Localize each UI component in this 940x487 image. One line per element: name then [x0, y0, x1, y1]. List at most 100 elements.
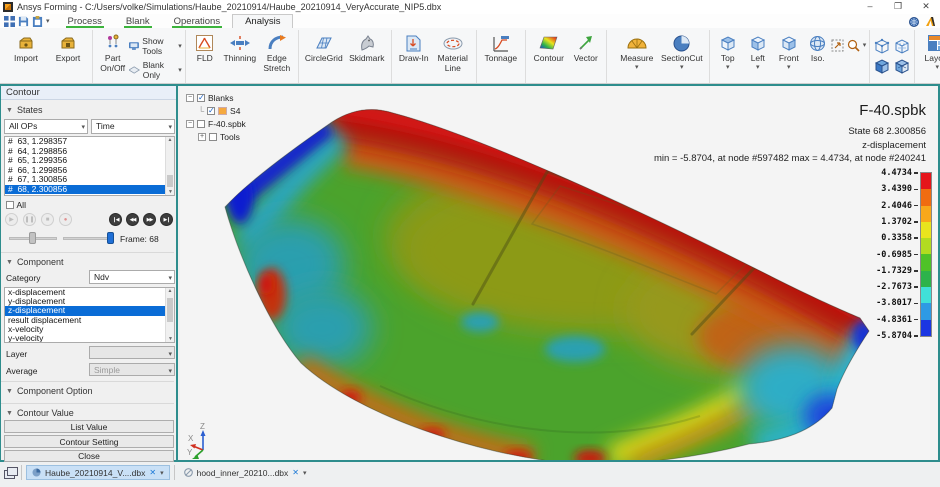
sectioncut-button[interactable]: SectionCut ▾ [658, 31, 706, 71]
collapse-expander-icon[interactable]: − [186, 120, 194, 128]
thinning-button[interactable]: Thinning [221, 31, 259, 64]
shading-wireframe-icon[interactable] [873, 37, 891, 55]
shading-shaded-edges-icon[interactable] [893, 57, 911, 75]
component-item[interactable]: y-velocity [5, 334, 174, 343]
record-button[interactable]: ● [59, 213, 72, 226]
save-icon[interactable] [18, 16, 29, 27]
paste-icon[interactable] [32, 16, 43, 27]
hood-model[interactable] [180, 86, 938, 460]
export-button[interactable]: Export [47, 31, 89, 64]
chevron-down-icon[interactable]: ▾ [46, 18, 50, 25]
panel-title: Contour [1, 86, 176, 100]
tab-blank[interactable]: Blank [114, 15, 162, 28]
category-dropdown[interactable]: Ndv ▾ [89, 270, 175, 284]
close-panel-button[interactable]: Close [4, 450, 174, 462]
component-info: z-displacement [862, 140, 926, 151]
first-frame-button[interactable]: ❙◀ [109, 213, 122, 226]
part-onoff-button[interactable]: Part On/Off [96, 31, 129, 74]
prev-frame-button[interactable]: ◀◀ [126, 213, 139, 226]
contour-value-section-header[interactable]: ▼ Contour Value [1, 407, 176, 419]
close-tab-icon[interactable]: ✕ [149, 468, 156, 477]
chevron-down-icon: ▾ [756, 64, 760, 71]
view-iso-button[interactable]: Iso. [805, 31, 831, 64]
states-section-header[interactable]: ▼ States [1, 104, 176, 116]
chevron-down-icon[interactable]: ▾ [303, 469, 307, 477]
drawin-button[interactable]: Draw-In [395, 31, 433, 64]
tonnage-button[interactable]: Tonnage [480, 31, 522, 64]
layout-button[interactable]: Layout ▾ [918, 31, 940, 71]
import-button[interactable]: Import [5, 31, 47, 64]
shading-hiddenline-icon[interactable] [893, 37, 911, 55]
colorbar-value: 4.4734 [881, 168, 918, 178]
average-label: Average [6, 366, 38, 376]
tree-item-blanks[interactable]: − Blanks [186, 91, 246, 104]
chevron-down-icon[interactable]: ▾ [863, 42, 867, 49]
states-scrollbar[interactable]: ▲▼ [165, 137, 174, 195]
axis-z-label: Z [200, 422, 205, 431]
measure-button[interactable]: Measure ▾ [616, 31, 658, 71]
zoom-icon[interactable] [847, 39, 860, 52]
play-button[interactable]: ▶ [5, 213, 18, 226]
show-tools-button[interactable]: Show Tools ▾ [129, 36, 181, 56]
state-item-selected[interactable]: # 68, 2.300856 [5, 185, 174, 195]
next-frame-button[interactable]: ▶▶ [143, 213, 156, 226]
view-top-button[interactable]: Top ▾ [713, 31, 743, 71]
vector-button[interactable]: Vector [569, 31, 603, 64]
component-section-header[interactable]: ▼ Component [1, 256, 176, 268]
view-left-button[interactable]: Left ▾ [743, 31, 773, 71]
collapse-expander-icon[interactable]: − [186, 94, 194, 102]
chevron-down-icon: ▾ [178, 67, 182, 74]
document-tab-active[interactable]: Haube_20210914_V....dbx ✕ ▾ [26, 465, 170, 480]
component-scrollbar[interactable]: ▲▼ [165, 288, 174, 342]
contour-setting-button[interactable]: Contour Setting [4, 435, 174, 448]
cube-top-icon [719, 33, 737, 53]
grid-icon[interactable] [4, 16, 15, 27]
edge-stretch-button[interactable]: Edge Stretch [259, 31, 295, 74]
pause-button[interactable]: ❚❚ [23, 213, 36, 226]
document-tab-bar: Haube_20210914_V....dbx ✕ ▾ hood_inner_2… [0, 462, 940, 487]
close-tab-icon[interactable]: ✕ [292, 468, 299, 477]
list-value-button[interactable]: List Value [4, 420, 174, 433]
last-frame-button[interactable]: ▶❙ [160, 213, 173, 226]
stop-button[interactable]: ■ [41, 213, 54, 226]
checkbox-icon[interactable] [197, 120, 205, 128]
op-filter-dropdown[interactable]: All OPs ▾ [4, 119, 88, 134]
shading-shaded-icon[interactable] [873, 57, 891, 75]
minimize-button[interactable]: – [856, 0, 884, 14]
expand-expander-icon[interactable]: + [198, 133, 206, 141]
checkbox-icon[interactable] [197, 94, 205, 102]
contour-button[interactable]: Contour [529, 31, 569, 64]
view-front-button[interactable]: Front ▾ [773, 31, 805, 71]
all-states-checkbox[interactable]: All [6, 200, 26, 210]
states-list[interactable]: # 63, 1.298357 # 64, 1.298856 # 65, 1.29… [4, 136, 175, 196]
skidmark-button[interactable]: Skidmark [346, 31, 388, 64]
sort-mode-dropdown[interactable]: Time ▾ [91, 119, 175, 134]
viewport-3d[interactable]: − Blanks └ S4 − F-40.spbk + [180, 86, 938, 460]
component-option-section-header[interactable]: ▼ Component Option [1, 385, 176, 397]
component-list[interactable]: x-displacement y-displacement z-displace… [4, 287, 175, 343]
circlegrid-button[interactable]: CircleGrid [302, 31, 346, 64]
chevron-down-icon: ▾ [178, 43, 182, 50]
tree-item-result-file[interactable]: − F-40.spbk [186, 117, 246, 130]
blank-only-button[interactable]: Blank Only ▾ [129, 60, 181, 80]
checkbox-icon[interactable] [209, 133, 217, 141]
tree-item-tools[interactable]: + Tools [186, 130, 246, 143]
tab-analysis[interactable]: Analysis [232, 14, 293, 28]
tab-operations[interactable]: Operations [162, 15, 232, 28]
material-line-button[interactable]: Material Line [433, 31, 473, 74]
fld-button[interactable]: FLD [189, 31, 221, 64]
chevron-down-icon[interactable]: ▾ [160, 469, 164, 477]
tab-process[interactable]: Process [56, 15, 114, 28]
checkbox-icon[interactable] [207, 107, 215, 115]
fit-view-icon[interactable] [831, 39, 844, 52]
close-button[interactable]: ✕ [912, 0, 940, 14]
frame-slider[interactable] [63, 237, 113, 240]
frame-slider-handle[interactable] [107, 232, 114, 244]
maximize-button[interactable]: ❐ [884, 0, 912, 14]
tree-item-s4[interactable]: └ S4 [186, 104, 246, 117]
document-tab[interactable]: hood_inner_20210...dbx ✕ ▾ [179, 465, 312, 480]
speed-slider-handle[interactable] [29, 232, 36, 244]
minmax-info: min = -5.8704, at node #597482 max = 4.4… [654, 153, 926, 164]
help-icon[interactable] [909, 17, 919, 27]
window-list-icon[interactable] [4, 467, 17, 479]
